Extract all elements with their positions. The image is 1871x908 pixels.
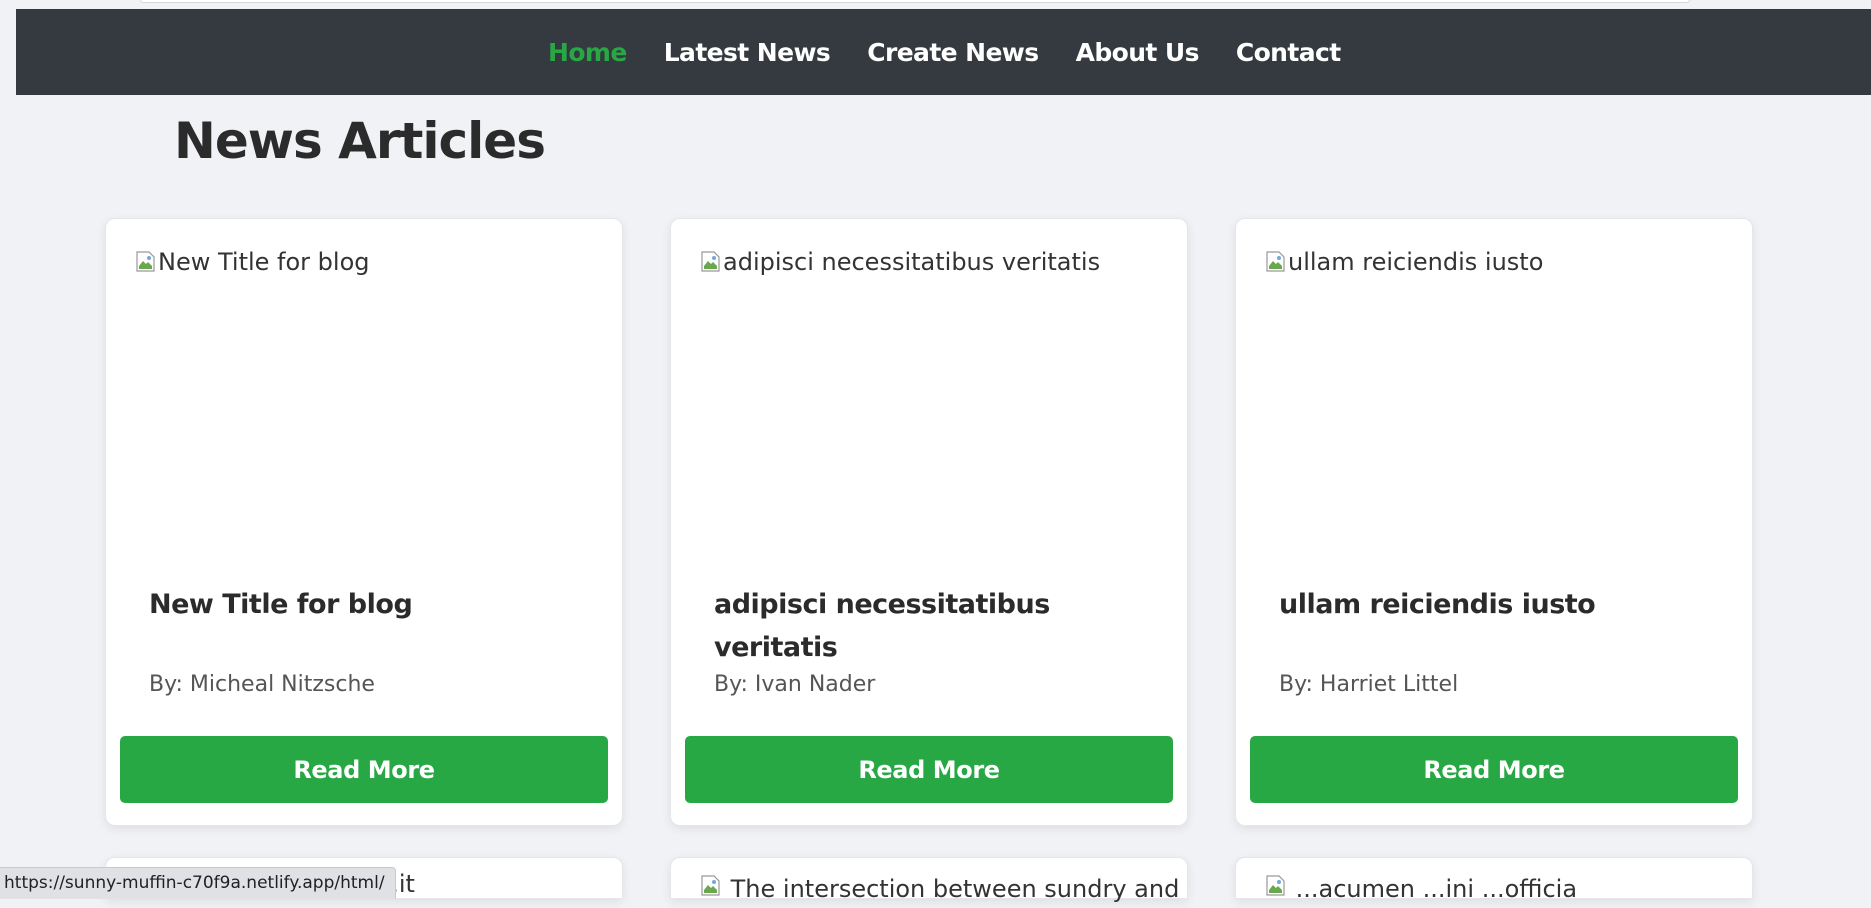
article-image: ullam reiciendis iusto bbox=[1266, 248, 1724, 498]
article-image: adipisci necessitatibus veritatis bbox=[701, 248, 1159, 498]
read-more-button[interactable]: Read More bbox=[685, 736, 1173, 803]
nav-item-contact[interactable]: Contact bbox=[1236, 38, 1341, 67]
address-bar-edge bbox=[140, 0, 1690, 3]
status-bar-url: https://sunny-muffin-c70f9a.netlify.app/… bbox=[0, 867, 396, 899]
broken-image-icon bbox=[701, 251, 721, 273]
article-title: ullam reiciendis iusto bbox=[1279, 589, 1596, 620]
broken-image-icon bbox=[1266, 251, 1286, 273]
article-card: ullam reiciendis iusto ullam reiciendis … bbox=[1235, 218, 1753, 826]
nav-item-latest-news[interactable]: Latest News bbox=[664, 38, 831, 67]
article-image-alt: ullam reiciendis iusto bbox=[1288, 248, 1544, 276]
nav-item-about-us[interactable]: About Us bbox=[1076, 38, 1200, 67]
article-image: New Title for blog bbox=[136, 248, 594, 498]
article-card: ...acumen ...ini ...officia bbox=[1235, 857, 1753, 903]
broken-image-icon bbox=[136, 251, 156, 273]
article-author: By: Micheal Nitzsche bbox=[149, 672, 375, 697]
nav-item-home[interactable]: Home bbox=[548, 38, 627, 67]
nav-item-create-news[interactable]: Create News bbox=[867, 38, 1039, 67]
article-title: adipisci necessitatibus veritatis bbox=[714, 589, 1050, 663]
navbar: Home Latest News Create News About Us Co… bbox=[16, 9, 1871, 95]
read-more-button[interactable]: Read More bbox=[1250, 736, 1738, 803]
read-more-button[interactable]: Read More bbox=[120, 736, 608, 803]
article-image-alt: New Title for blog bbox=[158, 248, 370, 276]
broken-image-icon bbox=[1266, 875, 1286, 897]
article-image-partial: ...acumen ...ini ...officia bbox=[1266, 872, 1577, 908]
article-image-partial: The intersection between sundry and bbox=[701, 872, 1179, 908]
article-author: By: Ivan Nader bbox=[714, 672, 876, 697]
article-title: New Title for blog bbox=[149, 589, 413, 620]
article-card: New Title for blog New Title for blog By… bbox=[105, 218, 623, 826]
browser-top-strip bbox=[0, 0, 1871, 9]
page-title: News Articles bbox=[174, 112, 546, 170]
article-author: By: Harriet Littel bbox=[1279, 672, 1459, 697]
article-image-alt: adipisci necessitatibus veritatis bbox=[723, 248, 1101, 276]
article-card: The intersection between sundry and bbox=[670, 857, 1188, 903]
nav-links: Home Latest News Create News About Us Co… bbox=[548, 9, 1341, 95]
article-card: adipisci necessitatibus veritatis adipis… bbox=[670, 218, 1188, 826]
broken-image-icon bbox=[701, 875, 721, 897]
